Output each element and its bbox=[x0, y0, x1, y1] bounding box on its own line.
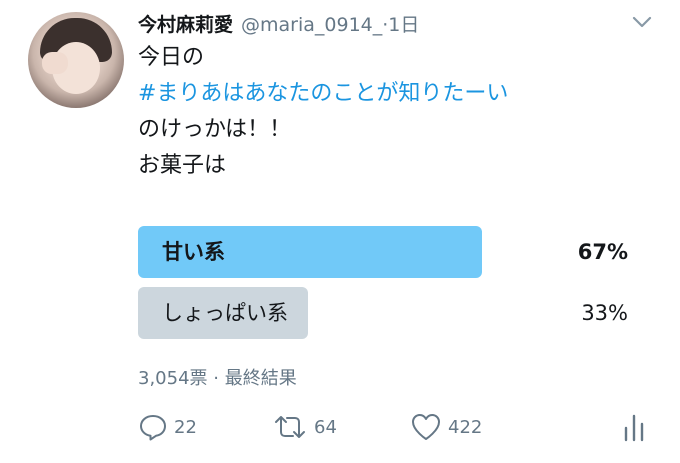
retweet-button[interactable]: 64 bbox=[272, 410, 337, 444]
poll-option-label-2: しょっぱい系 bbox=[162, 301, 288, 325]
tweet-text: 今日の #まりあはあなたのことが知りたーい のけっかは！！ お菓子は bbox=[138, 40, 658, 184]
action-bar: 22 64 422 bbox=[138, 410, 658, 444]
tweet-time[interactable]: ·1日 bbox=[382, 10, 419, 37]
poll-option-percent-1: 67% bbox=[577, 240, 628, 264]
tweet-text-line: のけっかは！！ bbox=[138, 117, 292, 142]
tweet-header: 今村麻莉愛 @maria_0914_ ·1日 bbox=[138, 10, 419, 36]
author-handle[interactable]: @maria_0914_ bbox=[241, 14, 382, 36]
tweet-text-line: お菓子は bbox=[138, 153, 227, 178]
hashtag-link[interactable]: #まりあはあなたのことが知りたーい bbox=[138, 76, 658, 112]
poll-option-label-1: 甘い系 bbox=[162, 240, 225, 264]
retweet-count: 64 bbox=[314, 416, 337, 438]
analytics-icon bbox=[624, 414, 644, 442]
like-icon bbox=[412, 414, 440, 440]
poll-meta: 3,054票 · 最終結果 bbox=[138, 368, 297, 389]
like-button[interactable]: 422 bbox=[410, 410, 482, 444]
chevron-down-icon[interactable] bbox=[632, 14, 652, 30]
poll-option-percent-2: 33% bbox=[581, 301, 628, 325]
reply-button[interactable]: 22 bbox=[138, 410, 197, 444]
retweet-icon bbox=[275, 416, 305, 438]
avatar[interactable] bbox=[28, 12, 124, 108]
reply-icon bbox=[140, 415, 166, 441]
like-count: 422 bbox=[448, 416, 483, 438]
tweet-text-line: 今日の bbox=[138, 45, 205, 70]
analytics-button[interactable] bbox=[622, 410, 646, 444]
reply-count: 22 bbox=[174, 416, 197, 438]
avatar-hand bbox=[42, 52, 68, 74]
author-name[interactable]: 今村麻莉愛 bbox=[138, 10, 233, 37]
